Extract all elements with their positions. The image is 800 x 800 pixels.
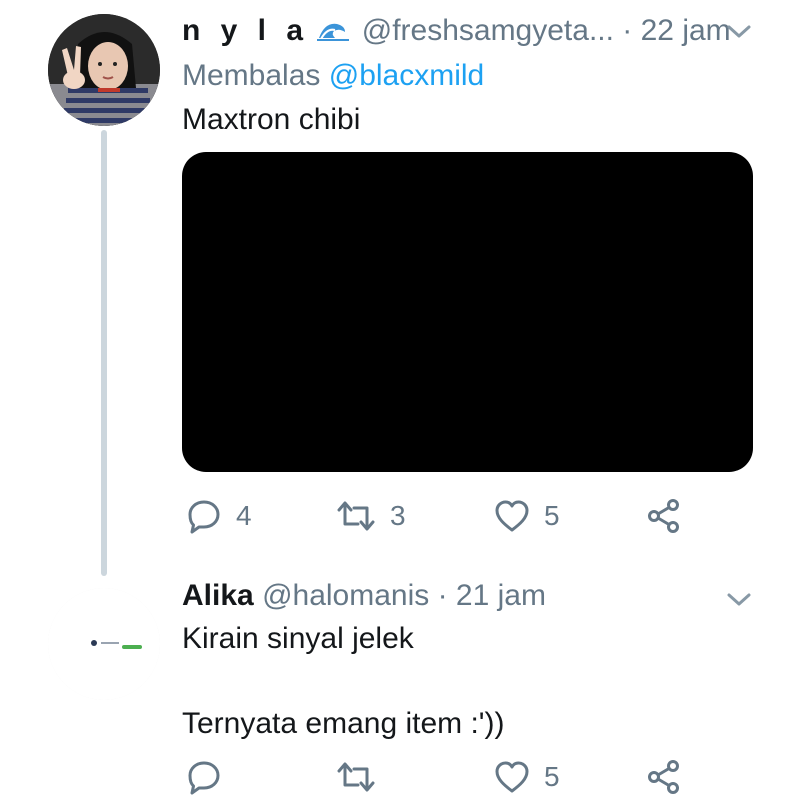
handle[interactable]: @halomanis bbox=[262, 579, 429, 612]
share-button[interactable] bbox=[646, 494, 682, 538]
tweet-thread: n y l a @freshsamgyeta... · 22 jam Memba… bbox=[0, 0, 800, 800]
avatar[interactable] bbox=[48, 14, 160, 126]
replying-to: Membalas @blacxmild bbox=[182, 58, 484, 94]
tweet-actions: 4 3 5 bbox=[0, 494, 800, 538]
reply-count: 4 bbox=[236, 500, 252, 531]
retweet-count: 3 bbox=[390, 500, 406, 531]
heart-icon bbox=[495, 500, 529, 532]
avatar-photo bbox=[48, 14, 160, 126]
retweet-button[interactable]: 3 bbox=[336, 494, 406, 538]
like-count: 5 bbox=[544, 761, 560, 792]
tweet-header: n y l a @freshsamgyeta... · 22 jam bbox=[182, 13, 731, 49]
share-icon bbox=[648, 499, 679, 533]
tweet[interactable]: n y l a @freshsamgyeta... · 22 jam Memba… bbox=[0, 0, 800, 576]
like-button[interactable]: 5 bbox=[494, 755, 560, 799]
avatar[interactable] bbox=[48, 588, 160, 700]
retweet-icon bbox=[337, 501, 375, 531]
reply-icon bbox=[188, 761, 220, 795]
like-count: 5 bbox=[544, 500, 560, 531]
retweet-button[interactable] bbox=[336, 755, 390, 799]
reply-button[interactable]: 4 bbox=[186, 494, 252, 538]
share-button[interactable] bbox=[646, 755, 682, 799]
tweet-text-line: Kirain sinyal jelek bbox=[182, 622, 414, 655]
tweet-media-image[interactable] bbox=[182, 152, 753, 472]
reply-icon bbox=[188, 500, 220, 534]
wave-emoji-icon bbox=[317, 23, 350, 41]
retweet-icon bbox=[337, 762, 375, 792]
tweet-header: Alika @halomanis · 21 jam bbox=[182, 578, 546, 614]
reply-button[interactable] bbox=[186, 755, 236, 799]
timestamp[interactable]: · 21 jam bbox=[438, 579, 546, 612]
tweet-text-line: Ternyata emang item :')) bbox=[182, 707, 505, 740]
avatar-photo bbox=[48, 588, 160, 700]
tweet-actions: 5 bbox=[0, 755, 800, 799]
like-button[interactable]: 5 bbox=[494, 494, 560, 538]
chevron-down-icon[interactable] bbox=[726, 592, 752, 608]
share-icon bbox=[648, 760, 679, 794]
display-name[interactable]: n y l a bbox=[182, 14, 309, 47]
heart-icon bbox=[495, 761, 529, 793]
replying-to-mention[interactable]: @blacxmild bbox=[329, 59, 485, 92]
chevron-down-icon[interactable] bbox=[726, 24, 752, 40]
replying-to-label: Membalas bbox=[182, 59, 321, 92]
handle[interactable]: @freshsamgyeta... bbox=[362, 14, 614, 47]
timestamp[interactable]: · 22 jam bbox=[622, 14, 730, 47]
display-name[interactable]: Alika bbox=[182, 579, 254, 612]
tweet-text: Maxtron chibi bbox=[182, 103, 361, 136]
